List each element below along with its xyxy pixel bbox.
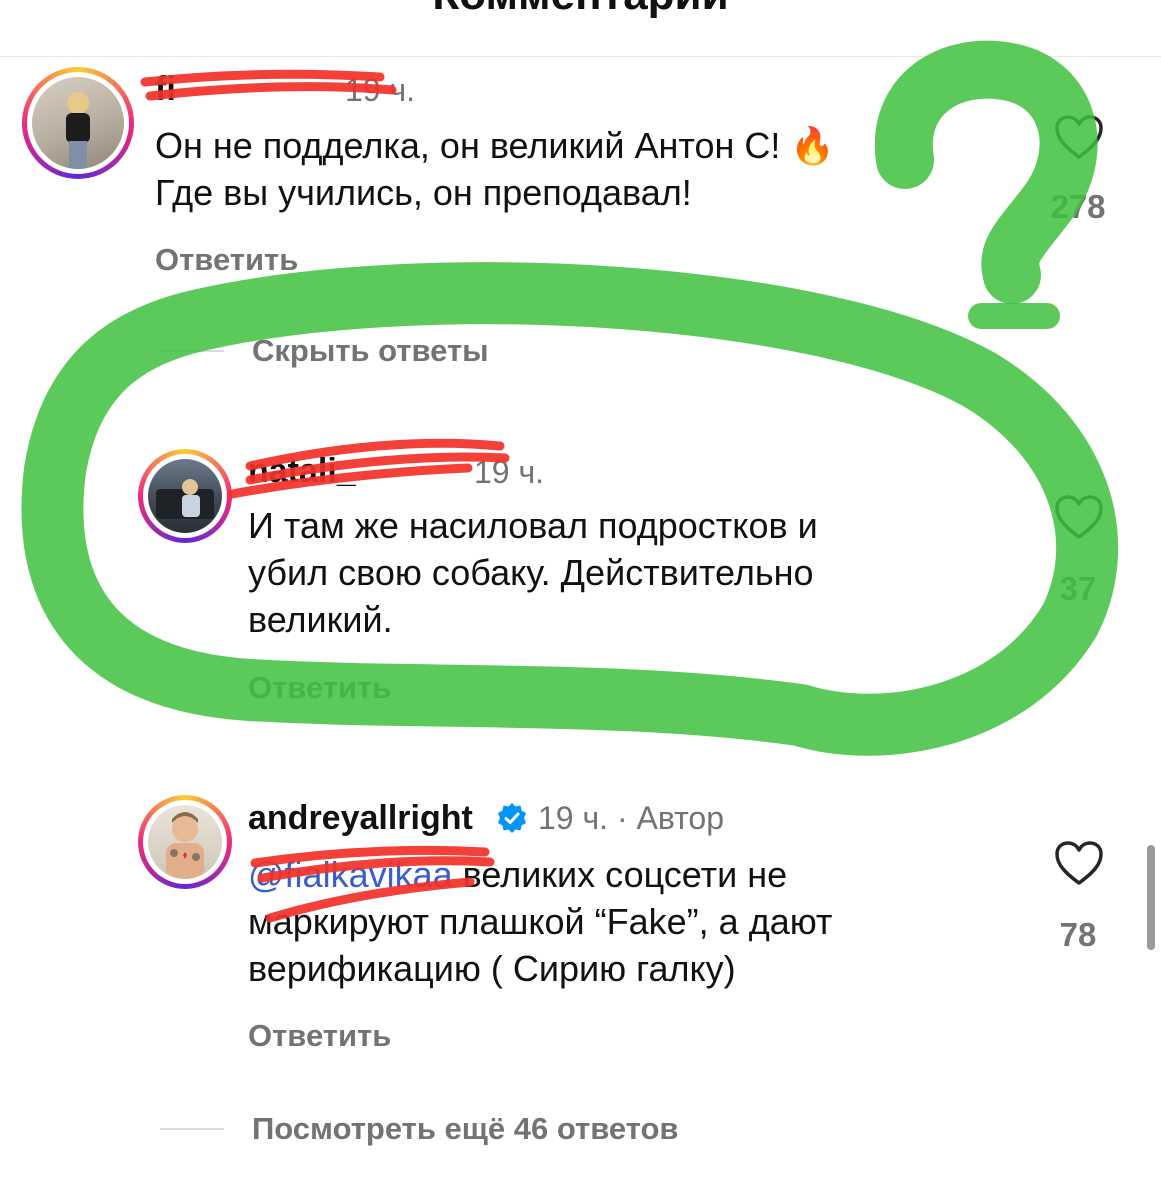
thread-line (160, 350, 224, 352)
like-count: 278 (1050, 188, 1106, 225)
thread-line (160, 1128, 224, 1130)
heart-icon[interactable] (1054, 114, 1104, 160)
comment-username[interactable]: natali_ (248, 452, 356, 491)
view-more-replies-button[interactable]: Посмотреть ещё 46 ответов (252, 1111, 678, 1147)
hide-replies-button[interactable]: Скрыть ответы (252, 333, 489, 369)
comment-time-author: 19 ч. · Автор (538, 800, 725, 836)
comment-time: 19 ч. (474, 454, 545, 490)
avatar[interactable] (138, 449, 232, 543)
verified-badge-icon (498, 803, 526, 833)
heart-icon[interactable] (1054, 494, 1104, 540)
header-divider (0, 56, 1161, 57)
reply-button[interactable]: Ответить (155, 242, 298, 278)
comment-text: Он не подделка, он великий Антон С! 🔥 Гд… (155, 125, 836, 213)
comment-text: @fialkavikaa великих соцсети не маркирую… (248, 854, 833, 989)
mention-link[interactable]: @fialkavikaa (248, 854, 453, 895)
comment-time: 19 ч. (345, 72, 416, 108)
like-count: 78 (1059, 916, 1097, 953)
reply-button[interactable]: Ответить (248, 1018, 391, 1054)
scrollbar[interactable] (1147, 845, 1155, 950)
comment-username[interactable]: fi (155, 70, 176, 109)
avatar[interactable] (22, 67, 134, 179)
comment-text: И там же насиловал подростков и убил сво… (248, 505, 818, 640)
page-title: Комментарии (0, 0, 1161, 20)
comment-username[interactable]: andreyallright (248, 799, 473, 838)
like-count: 37 (1059, 570, 1097, 607)
avatar[interactable] (138, 795, 232, 889)
reply-button[interactable]: Ответить (248, 670, 391, 706)
green-question-dot (968, 303, 1060, 329)
heart-icon[interactable] (1054, 840, 1104, 886)
